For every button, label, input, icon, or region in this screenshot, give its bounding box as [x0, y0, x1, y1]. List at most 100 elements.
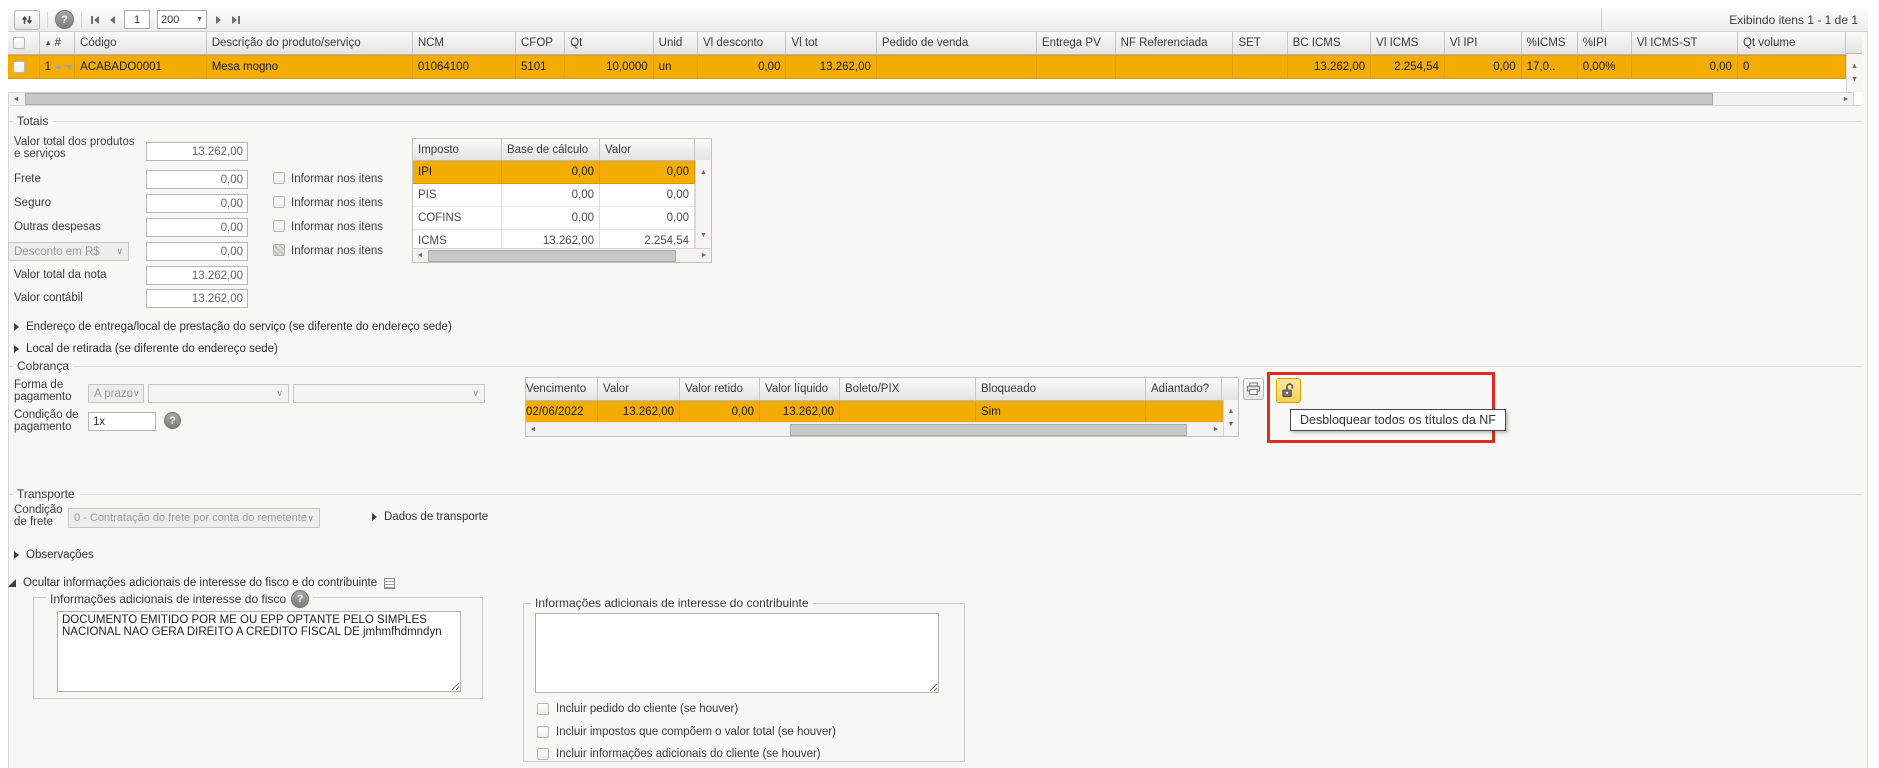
titulos-vscrollbar[interactable]: ▲ ▼: [1223, 400, 1238, 436]
condicao-pagamento-input[interactable]: 1x: [88, 412, 156, 431]
info-fisco-textarea[interactable]: DOCUMENTO EMITIDO POR ME OU EPP OPTANTE …: [57, 611, 461, 692]
col-header-num[interactable]: ▲ #: [40, 32, 76, 54]
unlock-all-titles-button[interactable]: [1276, 378, 1301, 403]
col-header-base-calculo[interactable]: Base de cálculo: [502, 139, 600, 160]
col-header-valor-liquido[interactable]: Valor líquido: [760, 378, 840, 400]
cell-valor[interactable]: 13.262,00: [598, 401, 680, 423]
cell-qt-volume[interactable]: 0: [1738, 56, 1847, 78]
items-grid-vscrollbar[interactable]: ▲ ▼: [1846, 54, 1862, 92]
cell-valor-liquido[interactable]: 13.262,00: [760, 401, 840, 423]
help-button[interactable]: ?: [55, 10, 74, 29]
col-header-pedido-venda[interactable]: Pedido de venda: [877, 32, 1037, 54]
col-header-p-icms[interactable]: %ICMS: [1522, 32, 1578, 54]
incluir-impostos-option[interactable]: Incluir impostos que compõem o valor tot…: [537, 726, 836, 738]
accordion-endereco-entrega[interactable]: Endereço de entrega/local de prestação d…: [14, 321, 452, 333]
titulos-hscrollbar[interactable]: ◄ ►: [526, 422, 1223, 436]
imposto-nome[interactable]: COFINS: [413, 207, 502, 229]
incluir-pedido-option[interactable]: Incluir pedido do cliente (se houver): [537, 703, 738, 715]
col-header-vl-tot[interactable]: Vl tot: [786, 32, 877, 54]
info-contribuinte-textarea[interactable]: [535, 613, 939, 693]
col-header-qt[interactable]: Qt: [565, 32, 654, 54]
col-header-unid[interactable]: Unid: [654, 32, 699, 54]
hscroll-thumb[interactable]: [790, 423, 1187, 436]
col-header-vl-ipi[interactable]: Vl IPI: [1445, 32, 1522, 54]
imposto-row-pis[interactable]: PIS 0,00 0,00: [413, 184, 695, 207]
outras-informar-checkbox[interactable]: [273, 220, 285, 232]
col-header-adiantado[interactable]: Adiantado?: [1146, 378, 1222, 400]
prev-page-button[interactable]: [108, 14, 117, 26]
first-page-button[interactable]: [89, 14, 101, 26]
imposto-row-cofins[interactable]: COFINS 0,00 0,00: [413, 207, 695, 230]
col-header-vl-icms-st[interactable]: Vl ICMS-ST: [1632, 32, 1738, 54]
seguro-informar-checkbox[interactable]: [273, 196, 285, 208]
hscroll-thumb[interactable]: [25, 93, 1713, 105]
page-input[interactable]: [124, 10, 150, 29]
frete-informar-checkbox[interactable]: [273, 172, 285, 184]
col-header-valor[interactable]: Valor: [598, 378, 680, 400]
scroll-right-icon[interactable]: ►: [697, 252, 711, 259]
impostos-hscrollbar[interactable]: ◄ ►: [413, 248, 711, 262]
cell-vl-ipi[interactable]: 0,00: [1445, 56, 1522, 78]
col-header-vl-desconto[interactable]: Vl desconto: [698, 32, 787, 54]
imposto-valor[interactable]: 0,00: [600, 207, 695, 229]
refresh-button[interactable]: [14, 9, 40, 30]
col-header-valor[interactable]: Valor: [600, 139, 695, 160]
cell-descricao[interactable]: Mesa mogno: [207, 56, 413, 78]
col-header-ncm[interactable]: NCM: [413, 32, 516, 54]
accordion-ocultar-informacoes[interactable]: Ocultar informações adicionais de intere…: [8, 577, 396, 589]
col-header-p-ipi[interactable]: %IPI: [1578, 32, 1632, 54]
col-header-vencimento[interactable]: Vencimento: [526, 378, 598, 400]
select-all-cell[interactable]: [8, 32, 40, 54]
hscroll-thumb[interactable]: [428, 249, 676, 262]
cell-valor-retido[interactable]: 0,00: [680, 401, 760, 423]
valor-contabil-input[interactable]: 13.262,00: [146, 289, 248, 308]
scroll-down-icon[interactable]: ▼: [1851, 76, 1858, 83]
scroll-left-icon[interactable]: ◄: [9, 96, 23, 103]
forma-pagamento-select-2[interactable]: ∨: [148, 384, 289, 403]
forma-pagamento-select-3[interactable]: ∨: [293, 384, 485, 403]
row-select-cell[interactable]: [8, 56, 40, 78]
scroll-right-icon[interactable]: ►: [1839, 96, 1853, 103]
cell-pedido-venda[interactable]: [877, 56, 1037, 78]
cell-entrega-pv[interactable]: [1037, 56, 1116, 78]
imposto-base[interactable]: 0,00: [502, 161, 600, 183]
cell-vl-desconto[interactable]: 0,00: [698, 56, 787, 78]
imposto-base[interactable]: 0,00: [502, 184, 600, 206]
col-header-cfop[interactable]: CFOP: [516, 32, 566, 54]
scroll-left-icon[interactable]: ◄: [526, 426, 540, 433]
print-boleto-button[interactable]: [1243, 378, 1264, 400]
cell-vl-tot[interactable]: 13.262,00: [786, 56, 877, 78]
accordion-dados-transporte[interactable]: Dados de transporte: [372, 511, 488, 523]
scroll-right-icon[interactable]: ►: [1209, 426, 1223, 433]
scroll-down-icon[interactable]: ▼: [1228, 421, 1235, 428]
incluir-info-cliente-checkbox[interactable]: [537, 748, 549, 760]
col-header-descricao[interactable]: Descrição do produto/serviço: [207, 32, 413, 54]
incluir-pedido-checkbox[interactable]: [537, 703, 549, 715]
cell-vencimento[interactable]: 02/06/2022: [526, 401, 598, 423]
cell-vl-icms[interactable]: 2.254,54: [1371, 56, 1445, 78]
cell-vl-icms-st[interactable]: 0,00: [1632, 56, 1738, 78]
incluir-info-cliente-option[interactable]: Incluir informações adicionais do client…: [537, 748, 821, 760]
col-header-set[interactable]: SET: [1233, 32, 1288, 54]
scroll-up-icon[interactable]: ▲: [1228, 408, 1235, 415]
col-header-codigo[interactable]: Código: [75, 32, 207, 54]
info-fisco-help-button[interactable]: ?: [291, 590, 310, 608]
frete-input[interactable]: 0,00: [146, 170, 248, 189]
cell-ncm[interactable]: 01064100: [413, 56, 516, 78]
cell-cfop[interactable]: 5101: [516, 56, 566, 78]
cell-p-icms[interactable]: 17,0..: [1522, 56, 1578, 78]
cell-num[interactable]: 1: [40, 56, 76, 78]
cell-bc-icms[interactable]: 13.262,00: [1288, 56, 1372, 78]
col-header-imposto[interactable]: Imposto: [413, 139, 502, 160]
col-header-nf-referenciada[interactable]: NF Referenciada: [1116, 32, 1234, 54]
col-header-bloqueado[interactable]: Bloqueado: [976, 378, 1146, 400]
imposto-valor[interactable]: 0,00: [600, 161, 695, 183]
last-page-button[interactable]: [230, 14, 242, 26]
col-header-valor-retido[interactable]: Valor retido: [680, 378, 760, 400]
outras-despesas-input[interactable]: 0,00: [146, 218, 248, 237]
next-page-button[interactable]: [214, 14, 223, 26]
impostos-vscrollbar[interactable]: ▲ ▼: [695, 160, 711, 248]
scroll-down-icon[interactable]: ▼: [700, 232, 707, 239]
page-size-select[interactable]: 200 ▼: [157, 10, 207, 29]
cell-adiantado[interactable]: [1146, 401, 1222, 423]
